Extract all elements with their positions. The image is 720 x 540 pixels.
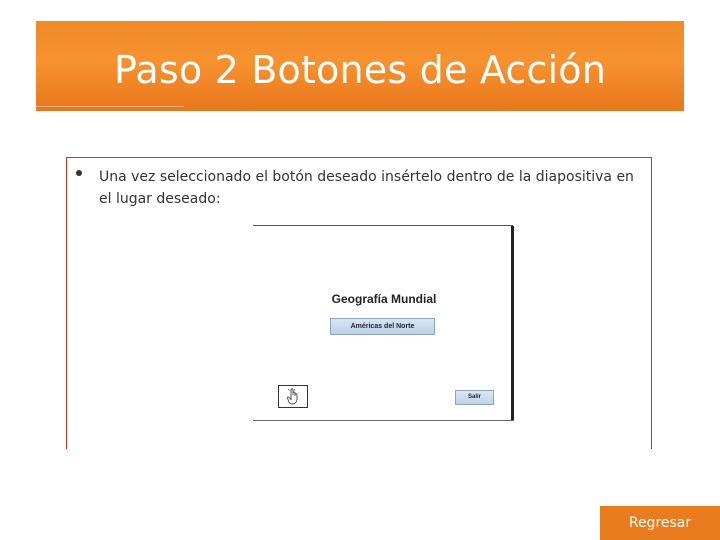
back-button[interactable]: Regresar [600,506,720,540]
slide-preview-shadow [511,226,514,421]
title-banner: Paso 2 Botones de Acción [36,21,684,111]
content-frame: Una vez seleccionado el botón deseado in… [66,157,652,449]
page-title: Paso 2 Botones de Acción [113,48,607,92]
slide-preview: Geografía Mundial Américas del Norte Sal… [253,225,513,421]
title-underline [36,106,184,107]
home-action-button[interactable] [278,385,308,408]
hand-pointer-icon [287,388,298,405]
region-button[interactable]: Américas del Norte [330,318,435,335]
bullet-dot [76,170,82,176]
exit-button[interactable]: Salir [455,390,494,405]
bullet-text: Una vez seleccionado el botón deseado in… [99,169,634,207]
slide-preview-bottom-edge [253,420,514,421]
slide-preview-title: Geografía Mundial [331,292,437,306]
